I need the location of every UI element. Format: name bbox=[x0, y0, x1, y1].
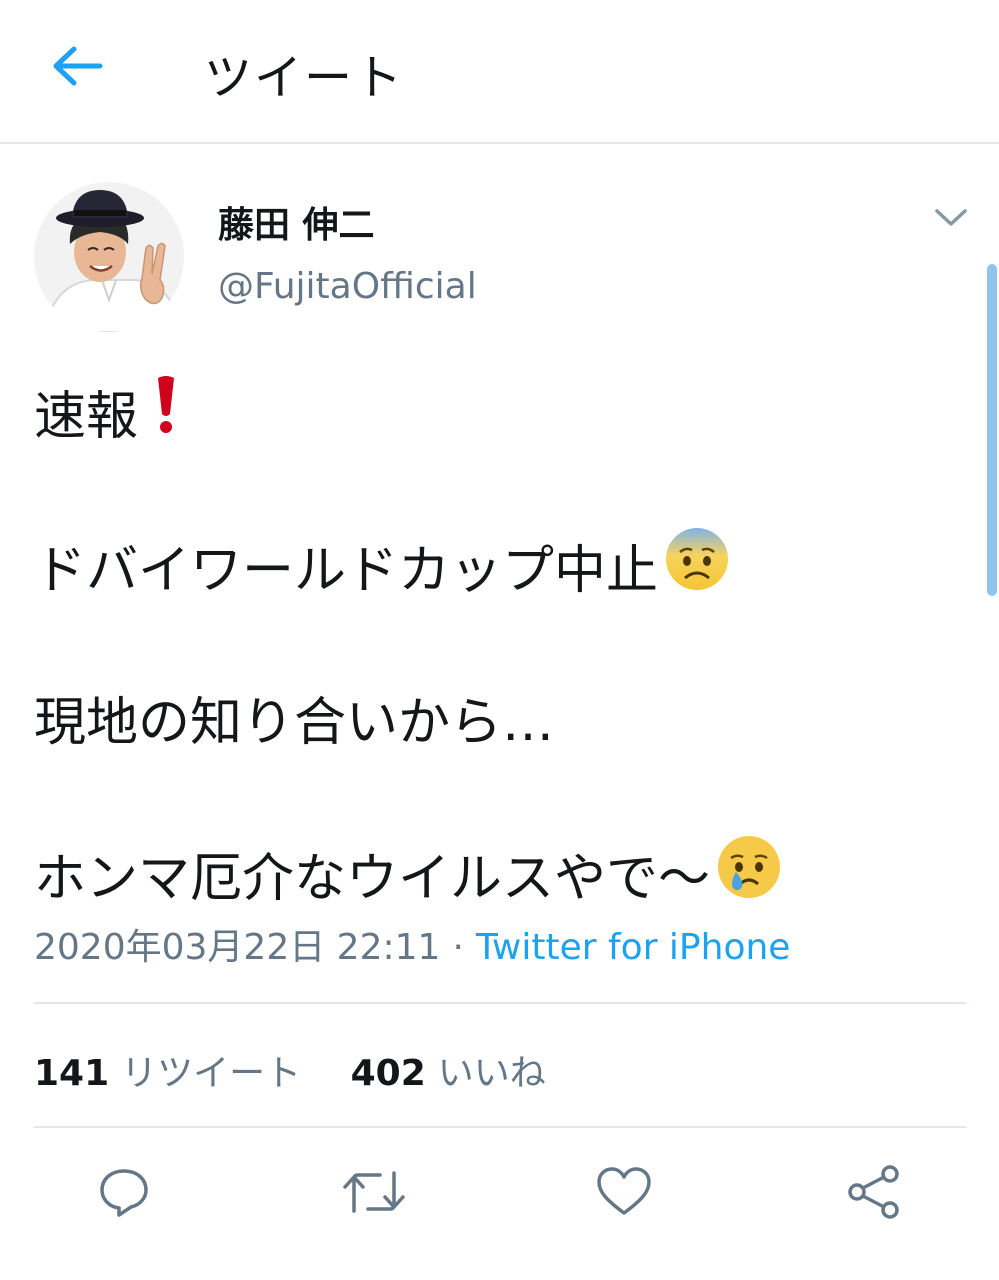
tweet-timestamp: 2020年03月22日 22:11 bbox=[34, 927, 441, 968]
tweet-text-line: 現地の知り合いから… bbox=[34, 680, 554, 755]
page-title: ツイート bbox=[204, 50, 405, 106]
chevron-down-icon bbox=[934, 208, 968, 232]
share-icon bbox=[845, 1163, 903, 1225]
likes-label: いいね bbox=[437, 1053, 546, 1094]
divider bbox=[34, 1126, 966, 1128]
anxious-face-icon bbox=[664, 526, 730, 605]
share-button[interactable] bbox=[842, 1162, 906, 1226]
tweet-text-segment: 現地の知り合いから… bbox=[34, 693, 555, 753]
arrow-left-icon bbox=[52, 46, 104, 90]
tweet-text-segment: ホンマ厄介なウイルスやで〜 bbox=[34, 849, 711, 909]
top-bar: ツイート bbox=[0, 0, 999, 144]
tweet-text-line: ドバイワールドカップ中止 bbox=[34, 526, 730, 605]
tweet-text-segment: 速報 bbox=[34, 387, 139, 447]
meta-separator: · bbox=[452, 927, 464, 968]
tweet-stats: 141 リツイート 402 いいね bbox=[34, 1044, 584, 1096]
like-button[interactable] bbox=[592, 1162, 656, 1226]
back-button[interactable] bbox=[48, 40, 108, 96]
tweet-text-line: 速報 bbox=[34, 374, 188, 449]
exclamation-icon bbox=[144, 374, 188, 449]
author-display-name[interactable]: 藤田 伸二 bbox=[218, 196, 375, 248]
tweet-meta: 2020年03月22日 22:11 · Twitter for iPhone bbox=[34, 918, 790, 970]
scrollbar[interactable] bbox=[987, 264, 997, 596]
likes-count: 402 bbox=[350, 1053, 426, 1094]
retweet-button[interactable] bbox=[342, 1162, 406, 1226]
retweets-label: リツイート bbox=[121, 1053, 302, 1094]
tweet-text-line: ホンマ厄介なウイルスやで〜 bbox=[34, 834, 782, 913]
reply-icon bbox=[97, 1165, 151, 1223]
divider bbox=[34, 1002, 966, 1004]
retweet-icon bbox=[342, 1165, 406, 1223]
author-handle[interactable]: @FujitaOfficial bbox=[218, 266, 477, 307]
retweets-count: 141 bbox=[34, 1053, 110, 1094]
tweet-detail-screen: ツイート 藤田 伸二 @FujitaOfficial 速報 ドバイワールドカップ… bbox=[0, 0, 999, 1280]
retweets-stat[interactable]: 141 リツイート bbox=[34, 1044, 301, 1096]
reply-button[interactable] bbox=[92, 1162, 156, 1226]
crying-face-icon bbox=[716, 834, 782, 913]
tweet-text-segment: ドバイワールドカップ中止 bbox=[34, 541, 659, 601]
source-link[interactable]: Twitter for iPhone bbox=[476, 927, 791, 968]
like-icon bbox=[595, 1165, 653, 1223]
likes-stat[interactable]: 402 いいね bbox=[351, 1044, 546, 1096]
more-options-button[interactable] bbox=[928, 198, 974, 242]
avatar[interactable] bbox=[34, 182, 184, 332]
